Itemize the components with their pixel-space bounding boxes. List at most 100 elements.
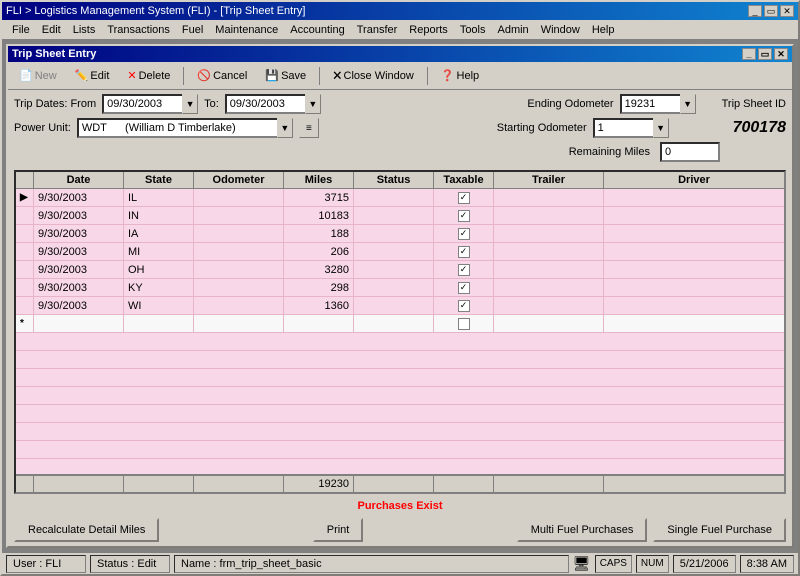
footer-status — [354, 476, 434, 492]
cell-status-new — [354, 315, 434, 332]
table-row-new[interactable]: * — [16, 315, 784, 333]
cell-odometer — [194, 279, 284, 296]
taxable-checkbox-new[interactable] — [458, 318, 470, 330]
taxable-checkbox[interactable] — [458, 228, 470, 240]
from-date-input[interactable] — [102, 94, 182, 114]
cell-odometer — [194, 189, 284, 206]
cell-taxable — [434, 189, 494, 206]
trip-dates-label: Trip Dates: From — [14, 98, 96, 110]
table-row[interactable]: 9/30/2003 IA 188 — [16, 225, 784, 243]
menu-fuel[interactable]: Fuel — [176, 22, 209, 38]
menu-lists[interactable]: Lists — [67, 22, 102, 38]
cancel-button[interactable]: 🚫 Cancel — [190, 65, 254, 87]
cell-odometer — [194, 297, 284, 314]
multi-fuel-button[interactable]: Multi Fuel Purchases — [517, 518, 648, 542]
taxable-checkbox[interactable] — [458, 300, 470, 312]
remaining-miles-input[interactable] — [660, 142, 720, 162]
menu-window[interactable]: Window — [535, 22, 586, 38]
inner-close-button[interactable]: ✕ — [774, 48, 788, 60]
close-window-button[interactable]: 🗙 Close Window — [326, 65, 421, 87]
print-button[interactable]: Print — [313, 518, 364, 542]
single-fuel-button[interactable]: Single Fuel Purchase — [653, 518, 786, 542]
cell-date: 9/30/2003 — [34, 261, 124, 278]
power-unit-label: Power Unit: — [14, 122, 71, 134]
menu-maintenance[interactable]: Maintenance — [209, 22, 284, 38]
inner-title-text: Trip Sheet Entry — [12, 48, 96, 60]
ending-odometer-dropdown[interactable]: ▼ — [680, 94, 696, 114]
menu-tools[interactable]: Tools — [454, 22, 492, 38]
taxable-checkbox[interactable] — [458, 282, 470, 294]
save-icon: 💾 — [265, 69, 279, 82]
to-date-dropdown[interactable]: ▼ — [305, 94, 321, 114]
data-grid: Date State Odometer Miles Status Taxable… — [14, 170, 786, 494]
save-button[interactable]: 💾 Save — [258, 65, 313, 87]
table-row[interactable]: 9/30/2003 OH 3280 — [16, 261, 784, 279]
cell-date: 9/30/2003 — [34, 207, 124, 224]
delete-icon: ✕ — [127, 69, 136, 82]
menu-admin[interactable]: Admin — [492, 22, 535, 38]
table-row[interactable]: 9/30/2003 IN 10183 — [16, 207, 784, 225]
cell-odometer — [194, 243, 284, 260]
menu-help[interactable]: Help — [586, 22, 621, 38]
table-row[interactable]: 9/30/2003 MI 206 — [16, 243, 784, 261]
taxable-checkbox[interactable] — [458, 192, 470, 204]
row-indicator: ▶ — [16, 189, 34, 206]
power-unit-input[interactable] — [77, 118, 277, 138]
power-unit-dropdown[interactable]: ▼ — [277, 118, 293, 138]
row-indicator — [16, 297, 34, 314]
col-status: Status — [354, 172, 434, 188]
taxable-checkbox[interactable] — [458, 246, 470, 258]
cell-status — [354, 225, 434, 242]
close-button[interactable]: ✕ — [780, 5, 794, 17]
new-button[interactable]: 📄 New — [12, 65, 64, 87]
toolbar: 📄 New ✏️ Edit ✕ Delete 🚫 Cancel 💾 — [8, 62, 792, 90]
table-row-empty — [16, 423, 784, 441]
delete-button[interactable]: ✕ Delete — [120, 65, 177, 87]
cell-driver — [604, 261, 784, 278]
to-date-wrapper: ▼ — [225, 94, 321, 114]
table-row-empty — [16, 459, 784, 474]
power-unit-list-button[interactable]: ≡ — [299, 118, 319, 138]
cell-miles: 206 — [284, 243, 354, 260]
from-date-dropdown[interactable]: ▼ — [182, 94, 198, 114]
to-date-input[interactable] — [225, 94, 305, 114]
table-row[interactable]: 9/30/2003 KY 298 — [16, 279, 784, 297]
menu-edit[interactable]: Edit — [36, 22, 67, 38]
cell-trailer-new — [494, 315, 604, 332]
menu-transactions[interactable]: Transactions — [101, 22, 176, 38]
inner-restore-button[interactable]: ▭ — [758, 48, 772, 60]
starting-odometer-dropdown[interactable]: ▼ — [653, 118, 669, 138]
taxable-checkbox[interactable] — [458, 210, 470, 222]
recalculate-button[interactable]: Recalculate Detail Miles — [14, 518, 159, 542]
taxable-checkbox[interactable] — [458, 264, 470, 276]
new-icon: 📄 — [19, 69, 33, 82]
menu-accounting[interactable]: Accounting — [284, 22, 350, 38]
cell-driver — [604, 207, 784, 224]
menu-file[interactable]: File — [6, 22, 36, 38]
ending-odometer-input[interactable] — [620, 94, 680, 114]
status-user: User : FLI — [6, 555, 86, 573]
menu-reports[interactable]: Reports — [403, 22, 454, 38]
cell-state: IN — [124, 207, 194, 224]
cell-state-new — [124, 315, 194, 332]
menu-transfer[interactable]: Transfer — [351, 22, 404, 38]
cell-driver — [604, 279, 784, 296]
footer-trailer — [494, 476, 604, 492]
starting-odometer-input[interactable] — [593, 118, 653, 138]
restore-button[interactable]: ▭ — [764, 5, 778, 17]
table-row[interactable]: 9/30/2003 WI 1360 — [16, 297, 784, 315]
cell-state: KY — [124, 279, 194, 296]
ending-odometer-wrapper: ▼ — [620, 94, 696, 114]
row-indicator — [16, 261, 34, 278]
minimize-button[interactable]: _ — [748, 5, 762, 17]
edit-icon: ✏️ — [75, 69, 89, 82]
edit-button[interactable]: ✏️ Edit — [68, 65, 117, 87]
cell-taxable — [434, 261, 494, 278]
purchases-banner: Purchases Exist — [14, 500, 786, 512]
help-button[interactable]: ❓ Help — [434, 65, 486, 87]
inner-minimize-button[interactable]: _ — [742, 48, 756, 60]
close-window-icon: 🗙 — [333, 66, 341, 85]
table-row[interactable]: ▶ 9/30/2003 IL 3715 — [16, 189, 784, 207]
cell-date: 9/30/2003 — [34, 243, 124, 260]
inner-title-bar: Trip Sheet Entry _ ▭ ✕ — [8, 46, 792, 62]
